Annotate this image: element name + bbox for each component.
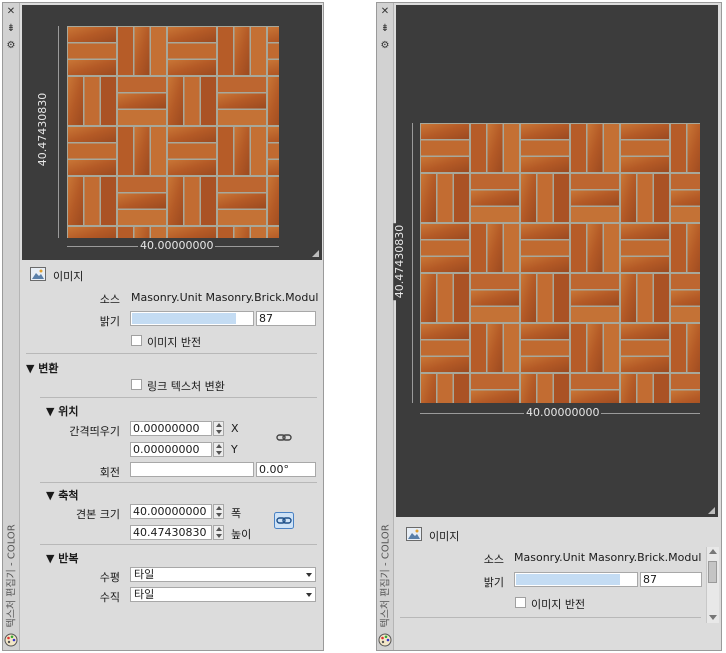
height-dimension-line	[58, 26, 59, 238]
offset-y-spinner[interactable]	[213, 442, 224, 457]
source-value[interactable]: Masonry.Unit Masonry.Brick.Modul	[514, 551, 704, 564]
source-label: 소스	[483, 553, 504, 566]
rotation-label: 회전	[99, 466, 120, 479]
divider	[40, 544, 317, 545]
offset-x-axis-label: X	[231, 422, 239, 435]
horizontal-label: 수평	[99, 571, 120, 584]
divider	[40, 397, 317, 398]
source-label: 소스	[99, 293, 120, 306]
close-icon[interactable]: ✕	[5, 6, 17, 18]
settings-icon[interactable]: ⚙	[5, 40, 17, 52]
resize-grip-icon[interactable]	[312, 250, 319, 257]
offset-y-input[interactable]: 0.00000000	[130, 442, 212, 457]
brightness-label: 밝기	[99, 315, 120, 328]
vertical-repeat-value: 타일	[134, 588, 155, 601]
scale-height-label: 높이	[231, 528, 252, 541]
brightness-slider[interactable]	[514, 572, 638, 587]
link-icon[interactable]	[274, 429, 294, 446]
scale-width-label: 폭	[231, 507, 242, 520]
image-section-title: 이미지	[53, 270, 84, 283]
scale-section-header[interactable]: ▼ 축척	[46, 487, 79, 503]
rotation-input[interactable]: 0.00°	[256, 462, 316, 477]
offset-x-input[interactable]: 0.00000000	[130, 421, 212, 436]
palette-icon[interactable]	[378, 633, 392, 647]
vertical-label: 수직	[99, 591, 120, 604]
divider	[26, 353, 317, 354]
texture-preview[interactable]: 40.47430830 40.00000000	[22, 5, 322, 260]
panel-titlebar[interactable]: ✕ ⇟ ⚙ 텍스처 편집기 - COLOR	[3, 3, 20, 650]
horizontal-repeat-value: 타일	[134, 568, 155, 581]
settings-icon[interactable]: ⚙	[379, 40, 391, 52]
close-icon[interactable]: ✕	[379, 6, 391, 18]
scale-height-input[interactable]: 40.47430830	[130, 525, 212, 540]
offset-label: 간격띄우기	[69, 425, 120, 438]
height-dimension-line	[412, 123, 413, 403]
offset-x-spinner[interactable]	[213, 421, 224, 436]
transform-section-header[interactable]: ▼ 변환	[26, 360, 59, 376]
panel-titlebar[interactable]: ✕ ⇟ ⚙ 텍스처 편집기 - COLOR	[377, 3, 394, 650]
brightness-slider[interactable]	[130, 311, 254, 326]
repeat-section-header[interactable]: ▼ 반복	[46, 550, 79, 566]
link-transform-label: 링크 텍스처 변환	[147, 380, 225, 393]
repeat-section-title: 반복	[58, 552, 79, 565]
height-dimension-label: 40.47430830	[36, 92, 50, 167]
invert-image-label: 이미지 반전	[147, 336, 202, 349]
width-dimension-label: 40.00000000	[138, 239, 216, 252]
texture-editor-panel-left: ✕ ⇟ ⚙ 텍스처 편집기 - COLOR 40.47430830 40.000…	[2, 2, 324, 651]
palette-icon[interactable]	[4, 633, 18, 647]
horizontal-repeat-select[interactable]: 타일	[130, 567, 316, 582]
source-value[interactable]: Masonry.Unit Masonry.Brick.Modular.	[131, 291, 319, 304]
image-icon	[406, 527, 422, 541]
vertical-repeat-select[interactable]: 타일	[130, 587, 316, 602]
pin-icon[interactable]: ⇟	[5, 23, 17, 35]
scale-height-spinner[interactable]	[213, 525, 224, 540]
scrollbar-thumb[interactable]	[708, 561, 717, 583]
brightness-label: 밝기	[483, 576, 504, 589]
scale-section-title: 축척	[58, 489, 79, 502]
scroll-down-icon[interactable]	[709, 615, 717, 620]
scale-width-input[interactable]: 40.00000000	[130, 504, 212, 519]
scroll-up-icon[interactable]	[709, 549, 717, 554]
invert-image-checkbox[interactable]	[131, 335, 142, 346]
invert-image-label: 이미지 반전	[531, 598, 586, 611]
texture-editor-panel-right: ✕ ⇟ ⚙ 텍스처 편집기 - COLOR 40.47430830 40.000…	[376, 2, 722, 651]
panel-title: 텍스처 편집기 - COLOR	[380, 524, 392, 628]
lock-aspect-link-icon[interactable]	[274, 512, 294, 529]
transform-section-title: 변환	[38, 362, 59, 375]
position-section-header[interactable]: ▼ 위치	[46, 403, 79, 419]
offset-y-axis-label: Y	[231, 443, 238, 456]
link-transform-checkbox[interactable]	[131, 379, 142, 390]
panel-title: 텍스처 편집기 - COLOR	[6, 524, 18, 628]
width-dimension-label: 40.00000000	[524, 406, 602, 419]
image-section-title: 이미지	[429, 530, 460, 543]
brightness-input[interactable]: 87	[256, 311, 316, 326]
invert-image-checkbox[interactable]	[515, 597, 526, 608]
image-icon	[30, 267, 46, 281]
resize-grip-icon[interactable]	[708, 507, 715, 514]
position-section-title: 위치	[58, 405, 79, 418]
sample-size-label: 견본 크기	[76, 508, 120, 521]
texture-image	[67, 26, 279, 238]
pin-icon[interactable]: ⇟	[379, 23, 391, 35]
scale-width-spinner[interactable]	[213, 504, 224, 519]
properties-scrollbar[interactable]	[706, 547, 719, 623]
chevron-down-icon	[306, 573, 312, 577]
texture-preview[interactable]: 40.47430830 40.00000000	[393, 5, 718, 517]
height-dimension-label: 40.47430830	[393, 222, 407, 301]
brightness-input[interactable]: 87	[640, 572, 702, 587]
chevron-down-icon	[306, 593, 312, 597]
rotation-slider[interactable]	[130, 462, 254, 477]
texture-image	[420, 123, 700, 403]
divider	[40, 482, 317, 483]
divider	[400, 617, 701, 618]
